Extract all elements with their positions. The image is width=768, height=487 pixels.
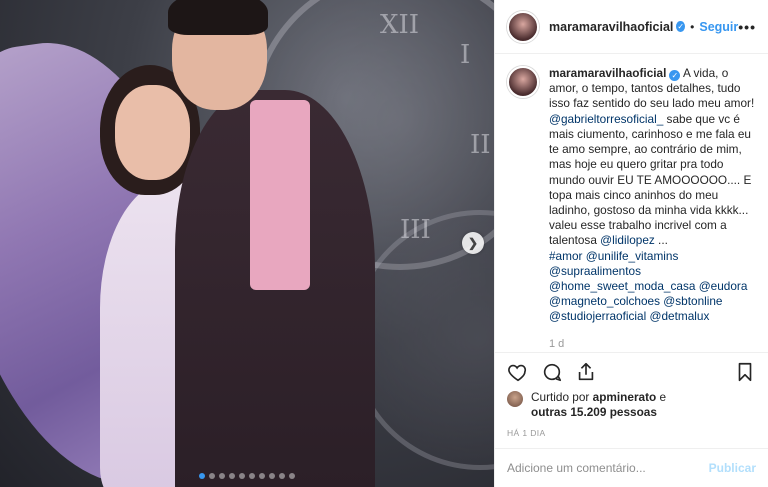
caption-time: 1 d bbox=[549, 337, 565, 350]
man-hair bbox=[168, 0, 268, 35]
carousel-dot bbox=[239, 473, 245, 479]
liker-avatar[interactable] bbox=[507, 391, 523, 408]
woman-face bbox=[115, 85, 190, 180]
carousel-dot bbox=[199, 473, 205, 479]
mention-link[interactable]: @eudora bbox=[699, 279, 748, 293]
clock-numeral: XII bbox=[380, 10, 420, 40]
likes-prefix: Curtido por bbox=[531, 390, 593, 405]
likes-summary: Curtido por apminerato e outras 15.209 p… bbox=[495, 390, 768, 420]
separator-dot: • bbox=[690, 19, 695, 34]
next-arrow-icon[interactable]: ❯ bbox=[462, 232, 484, 254]
hashtag-link[interactable]: #amor bbox=[549, 249, 582, 263]
comment-input[interactable] bbox=[507, 461, 709, 476]
share-icon[interactable] bbox=[575, 361, 597, 383]
carousel-dot bbox=[209, 473, 215, 479]
posted-time: HÁ 1 DIA bbox=[507, 428, 546, 439]
instagram-post: XII I II III ❯ maramaravilhaoficial ✓ • … bbox=[0, 0, 768, 487]
verified-icon: ✓ bbox=[669, 70, 681, 82]
carousel-dot bbox=[269, 473, 275, 479]
mention-link[interactable]: @gabrieltorresoficial_ bbox=[549, 112, 663, 126]
comment-icon[interactable] bbox=[541, 361, 563, 383]
clock-numeral: II bbox=[470, 130, 491, 160]
man-shirt bbox=[250, 100, 310, 290]
likes-middle: e bbox=[656, 390, 667, 405]
carousel-dot bbox=[229, 473, 235, 479]
mention-link[interactable]: @sbtonline bbox=[663, 294, 722, 308]
mention-link[interactable]: @home_sweet_moda_casa bbox=[549, 279, 695, 293]
comment-box: Publicar bbox=[495, 448, 768, 487]
clock-numeral: III bbox=[400, 215, 431, 245]
mention-link[interactable]: @supraalimentos bbox=[549, 264, 641, 278]
carousel-dot bbox=[249, 473, 255, 479]
mention-link[interactable]: @detmalux bbox=[650, 309, 710, 323]
carousel-dots bbox=[0, 473, 494, 479]
caption-avatar[interactable] bbox=[507, 66, 539, 99]
carousel-dot bbox=[259, 473, 265, 479]
caption-body: maramaravilhaoficial ✓ A vida, o amor, o … bbox=[549, 66, 756, 352]
carousel-dot bbox=[219, 473, 225, 479]
username-link[interactable]: maramaravilhaoficial bbox=[549, 20, 673, 34]
caption-text: sabe que vc é mais ciumento, carinhoso e… bbox=[549, 111, 752, 248]
clock-numeral: I bbox=[460, 40, 471, 70]
post-photo[interactable]: XII I II III ❯ bbox=[0, 0, 494, 487]
heart-icon[interactable] bbox=[507, 361, 529, 383]
more-options-icon[interactable]: ••• bbox=[738, 19, 756, 35]
avatar[interactable] bbox=[507, 10, 539, 43]
follow-button[interactable]: Seguir bbox=[699, 20, 738, 34]
publish-button[interactable]: Publicar bbox=[709, 461, 756, 475]
caption-username[interactable]: maramaravilhaoficial bbox=[549, 66, 666, 80]
post-header: maramaravilhaoficial ✓ • Seguir ••• bbox=[495, 0, 768, 55]
caption: maramaravilhaoficial ✓ A vida, o amor, o … bbox=[495, 54, 768, 352]
post-side-panel: maramaravilhaoficial ✓ • Seguir ••• mara… bbox=[494, 0, 768, 487]
carousel-dot bbox=[289, 473, 295, 479]
mention-link[interactable]: @magneto_colchoes bbox=[549, 294, 660, 308]
bookmark-icon[interactable] bbox=[734, 361, 756, 383]
verified-icon: ✓ bbox=[676, 21, 686, 33]
caption-text: ... bbox=[654, 233, 668, 248]
likes-count-link[interactable]: outras 15.209 pessoas bbox=[531, 405, 657, 419]
mention-link[interactable]: @unilife_vitamins bbox=[586, 249, 679, 263]
liker-username[interactable]: apminerato bbox=[593, 390, 657, 404]
mention-link[interactable]: @studiojerraoficial bbox=[549, 309, 646, 323]
likes-text: Curtido por apminerato e outras 15.209 p… bbox=[531, 390, 666, 420]
action-bar bbox=[495, 351, 768, 391]
mention-link[interactable]: @lidilopez bbox=[600, 233, 655, 247]
carousel-dot bbox=[279, 473, 285, 479]
